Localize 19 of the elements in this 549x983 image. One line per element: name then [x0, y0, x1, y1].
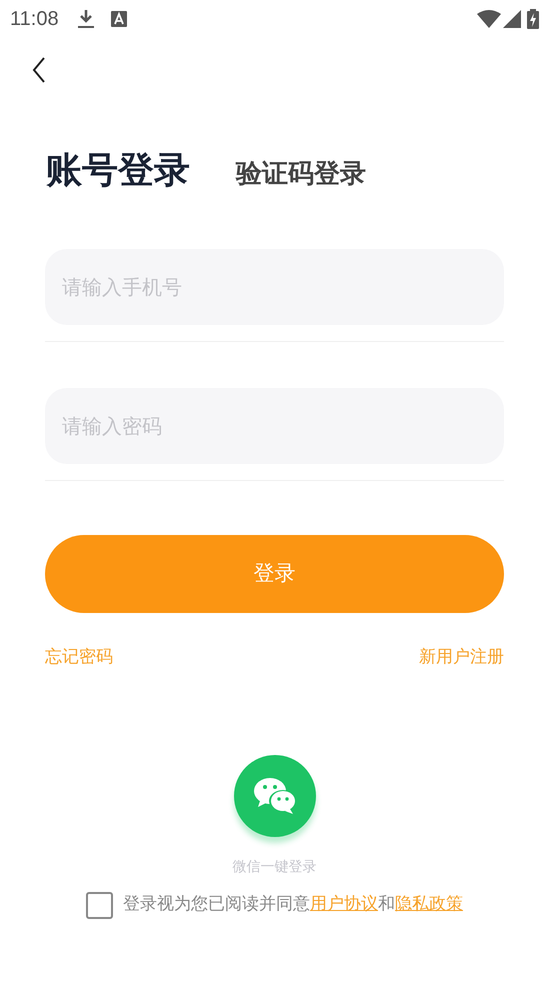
login-tab[interactable]: 账号登录 [46, 153, 190, 189]
wechat-login-button[interactable] [234, 754, 316, 836]
agreement-link[interactable]: 隐私政策 [395, 894, 463, 914]
login-tab[interactable]: 验证码登录 [236, 161, 366, 189]
back-icon [32, 56, 46, 84]
wechat-login-label: 微信一键登录 [232, 858, 316, 876]
battery-icon [527, 9, 539, 29]
agreement-link[interactable]: 用户协议 [310, 894, 378, 914]
register-link[interactable]: 新用户注册 [419, 645, 504, 670]
agreement-checkbox[interactable] [86, 892, 113, 918]
chat-bubbles-icon [252, 776, 298, 814]
font-icon [110, 11, 127, 27]
status-time: 11:08 [10, 7, 59, 32]
login-button[interactable]: 登录 [45, 535, 504, 613]
signal-icon [503, 10, 521, 28]
forgot-password-link[interactable]: 忘记密码 [45, 645, 113, 670]
wifi-icon [477, 10, 501, 28]
agreement-text: 登录视为您已阅读并同意用户协议和隐私政策 [123, 893, 463, 916]
download-icon [76, 9, 95, 29]
